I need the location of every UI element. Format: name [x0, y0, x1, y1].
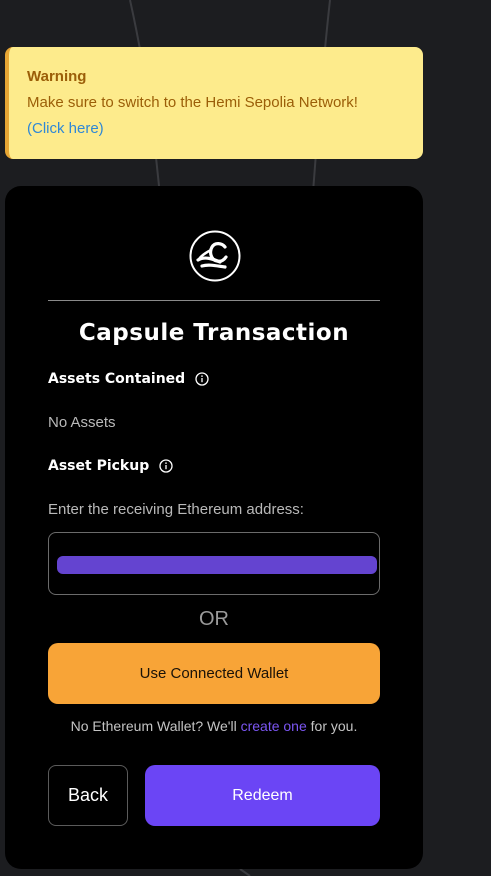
warning-title: Warning: [27, 68, 87, 85]
back-button[interactable]: Back: [48, 765, 128, 826]
no-wallet-note: No Ethereum Wallet? We'll create one for…: [48, 716, 380, 736]
warning-message: Make sure to switch to the Hemi Sepolia …: [27, 94, 358, 111]
warning-banner: Warning Make sure to switch to the Hemi …: [5, 47, 423, 159]
capsule-logo-icon: [189, 230, 241, 282]
assets-heading-label: Assets Contained: [48, 371, 186, 387]
assets-value: No Assets: [48, 414, 116, 431]
or-divider-text: OR: [199, 608, 229, 630]
redeem-button[interactable]: Redeem: [145, 765, 380, 826]
card-divider: [48, 300, 380, 301]
create-wallet-link[interactable]: create one: [241, 718, 307, 734]
pickup-heading: Asset Pickup: [48, 456, 173, 476]
info-icon[interactable]: [159, 459, 173, 473]
pickup-heading-label: Asset Pickup: [48, 458, 150, 474]
address-field: [48, 532, 380, 595]
info-icon[interactable]: [195, 372, 209, 386]
no-wallet-suffix: for you.: [306, 718, 358, 734]
page-title: Capsule Transaction: [78, 320, 350, 346]
address-input[interactable]: [57, 556, 377, 574]
no-wallet-prefix: No Ethereum Wallet? We'll: [70, 718, 241, 734]
use-connected-wallet-button[interactable]: Use Connected Wallet: [48, 643, 380, 704]
assets-heading: Assets Contained: [48, 369, 209, 389]
address-label: Enter the receiving Ethereum address:: [48, 501, 304, 518]
switch-network-link[interactable]: (Click here): [27, 119, 104, 139]
